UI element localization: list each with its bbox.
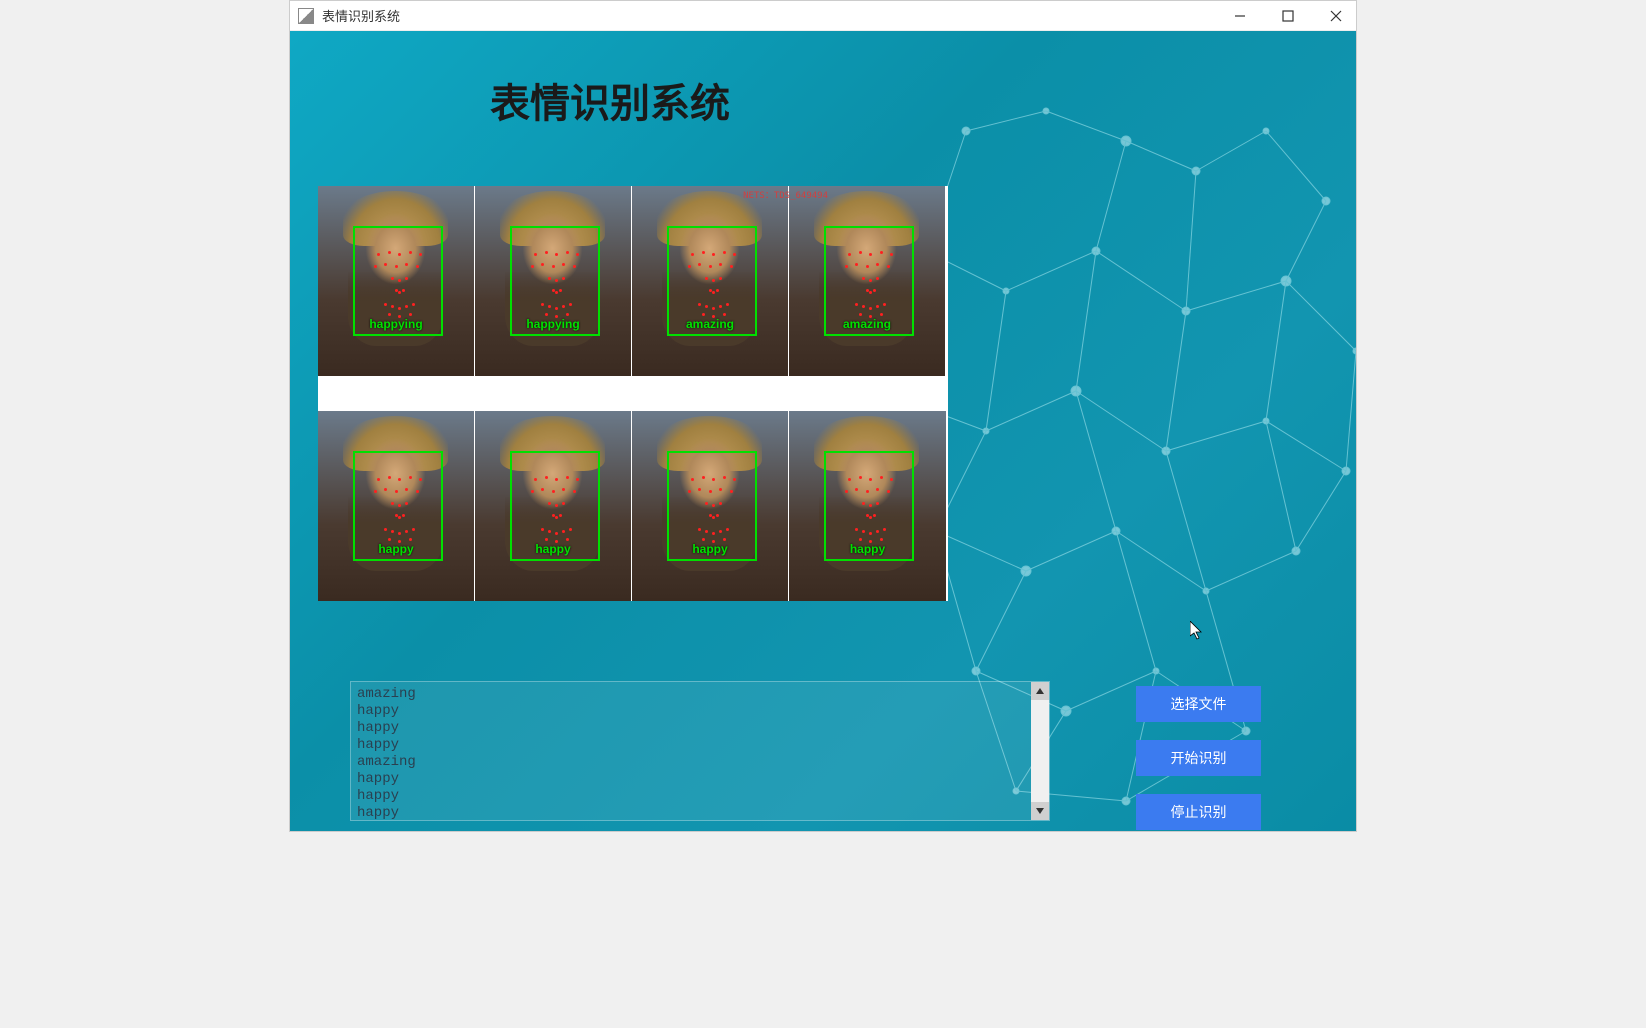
scroll-track[interactable] — [1031, 700, 1049, 802]
face-landmarks — [363, 466, 433, 546]
scroll-up-button[interactable] — [1031, 682, 1049, 700]
stop-recognize-button[interactable]: 停止识别 — [1136, 794, 1261, 830]
action-buttons: 选择文件 开始识别 停止识别 — [1136, 686, 1261, 830]
output-scrollbar[interactable] — [1031, 682, 1049, 820]
close-icon — [1330, 10, 1342, 22]
face-landmarks — [834, 466, 904, 546]
expression-label: happy — [318, 542, 474, 556]
mouse-cursor — [1190, 621, 1206, 641]
window-title: 表情识别系统 — [322, 6, 400, 25]
output-line: happy — [357, 720, 1025, 737]
output-line: happy — [357, 737, 1025, 754]
start-recognize-button[interactable]: 开始识别 — [1136, 740, 1261, 776]
face-landmarks — [363, 241, 433, 321]
face-image-grid: happying happying amazing amazing NETS：TD… — [318, 186, 948, 601]
titlebar: 表情识别系统 — [290, 1, 1356, 31]
row-gap — [318, 376, 948, 411]
app-window: 表情识别系统 — [289, 0, 1357, 832]
chevron-up-icon — [1036, 688, 1044, 694]
output-line: amazing — [357, 686, 1025, 703]
face-cell: amazing — [632, 186, 789, 376]
row-header-right: NETS：TDS_649494 — [743, 188, 828, 201]
output-panel: amazinghappyhappyhappyamazinghappyhappyh… — [350, 681, 1050, 821]
expression-label: amazing — [632, 317, 788, 331]
face-cell: happy — [475, 411, 632, 601]
face-landmarks — [677, 466, 747, 546]
window-controls — [1228, 4, 1348, 28]
expression-label: happying — [318, 317, 474, 331]
face-cell: amazing — [789, 186, 946, 376]
expression-label: amazing — [789, 317, 945, 331]
close-button[interactable] — [1324, 4, 1348, 28]
expression-label: happying — [475, 317, 631, 331]
face-cell: happy — [318, 411, 475, 601]
face-cell: happying — [475, 186, 632, 376]
maximize-button[interactable] — [1276, 4, 1300, 28]
scroll-down-button[interactable] — [1031, 802, 1049, 820]
face-landmarks — [677, 241, 747, 321]
face-landmarks — [834, 241, 904, 321]
app-content: 表情识别系统 happying happying amazing amazing… — [290, 31, 1356, 831]
expression-label: happy — [632, 542, 788, 556]
face-row-2: happy happy happy happy — [318, 411, 948, 601]
chevron-down-icon — [1036, 808, 1044, 814]
maximize-icon — [1282, 10, 1294, 22]
face-landmarks — [520, 466, 590, 546]
app-heading: 表情识别系统 — [490, 71, 730, 129]
face-cell: happying — [318, 186, 475, 376]
expression-label: happy — [475, 542, 631, 556]
select-file-button[interactable]: 选择文件 — [1136, 686, 1261, 722]
app-icon — [298, 8, 314, 24]
output-line: happy — [357, 771, 1025, 788]
face-row-1: happying happying amazing amazing NETS：TD… — [318, 186, 948, 376]
output-line: amazing — [357, 754, 1025, 771]
face-cell: happy — [789, 411, 946, 601]
face-landmarks — [520, 241, 590, 321]
output-line: happy — [357, 703, 1025, 720]
output-line: happy — [357, 788, 1025, 805]
output-text: amazinghappyhappyhappyamazinghappyhappyh… — [351, 682, 1031, 820]
expression-label: happy — [789, 542, 946, 556]
minimize-button[interactable] — [1228, 4, 1252, 28]
output-line: happy — [357, 805, 1025, 820]
face-cell: happy — [632, 411, 789, 601]
minimize-icon — [1234, 10, 1246, 22]
